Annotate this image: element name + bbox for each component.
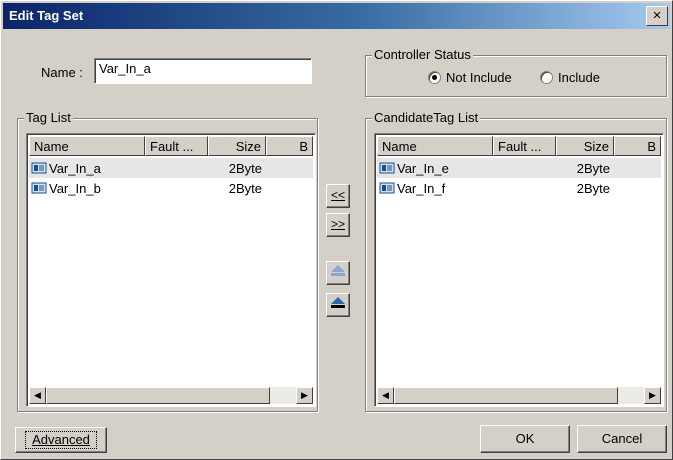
advanced-focus-ring: Advanced — [25, 431, 97, 449]
column-header-fault[interactable]: Fault ... — [145, 136, 208, 156]
name-input[interactable]: Var_In_a — [94, 58, 312, 84]
ok-button[interactable]: OK — [480, 425, 570, 453]
candidate-list-view[interactable]: Name Fault ... Size B Var_In_e 2Byte Var… — [374, 133, 664, 407]
ok-label: OK — [515, 431, 535, 446]
cancel-label: Cancel — [601, 431, 643, 446]
tag-icon — [31, 162, 47, 174]
cancel-button[interactable]: Cancel — [577, 425, 667, 453]
radio-not-include-indicator — [428, 71, 441, 84]
tag-icon — [31, 182, 47, 194]
scroll-right-button[interactable]: ▶ — [296, 387, 313, 404]
edit-tag-set-dialog: Edit Tag Set × Name : Var_In_a Controlle… — [0, 0, 673, 460]
scroll-left-icon: ◀ — [34, 390, 41, 400]
close-button[interactable]: × — [646, 6, 668, 26]
candidate-size: 2Byte — [576, 160, 610, 176]
tag-name-cell: Var_In_b — [29, 181, 145, 196]
scroll-right-icon: ▶ — [649, 390, 656, 400]
scroll-right-button[interactable]: ▶ — [644, 387, 661, 404]
tag-list-group: Tag List Name Fault ... Size B Var_In_a … — [17, 110, 318, 412]
radio-not-include-label: Not Include — [446, 70, 512, 85]
radio-not-include[interactable]: Not Include — [428, 70, 512, 85]
tag-name-cell: Var_In_a — [29, 161, 145, 176]
scroll-left-button[interactable]: ◀ — [29, 387, 46, 404]
remove-from-tag-list-label: >> — [330, 217, 345, 231]
remove-from-tag-list-button[interactable]: >> — [326, 213, 350, 237]
tag-name: Var_In_b — [49, 180, 101, 196]
move-up-button[interactable] — [326, 261, 350, 285]
radio-include[interactable]: Include — [540, 70, 600, 85]
tag-list-row[interactable]: Var_In_a 2Byte — [29, 158, 313, 178]
window-title: Edit Tag Set — [9, 8, 84, 23]
controller-status-group: Controller Status Not Include Include — [365, 47, 667, 97]
column-header-size[interactable]: Size — [556, 136, 614, 156]
column-header-name[interactable]: Name — [29, 136, 145, 156]
tag-list-row[interactable]: Var_In_b 2Byte — [29, 178, 313, 198]
tag-list-hscrollbar[interactable]: ◀ ▶ — [29, 387, 313, 404]
column-header-b[interactable]: B — [266, 136, 313, 156]
candidate-name-cell: Var_In_f — [377, 181, 493, 196]
candidate-name-cell: Var_In_e — [377, 161, 493, 176]
title-bar[interactable]: Edit Tag Set × — [3, 3, 670, 29]
radio-include-indicator — [540, 71, 553, 84]
scroll-right-icon: ▶ — [301, 390, 308, 400]
scrollbar-thumb[interactable] — [394, 387, 618, 404]
candidate-list-row[interactable]: Var_In_f 2Byte — [377, 178, 661, 198]
controller-status-legend: Controller Status — [372, 47, 473, 62]
radio-include-label: Include — [558, 70, 600, 85]
move-up-icon — [328, 265, 348, 283]
tag-list-header: Name Fault ... Size B — [29, 136, 313, 156]
candidate-list-group: CandidateTag List Name Fault ... Size B … — [365, 110, 667, 412]
move-down-icon — [328, 297, 348, 315]
tag-name: Var_In_a — [49, 160, 101, 176]
close-icon: × — [652, 7, 662, 24]
candidate-list-rows: Var_In_e 2Byte Var_In_f 2Byte — [377, 158, 661, 198]
move-down-button[interactable] — [326, 293, 350, 317]
scroll-left-icon: ◀ — [382, 390, 389, 400]
name-label: Name : — [41, 65, 83, 80]
advanced-button[interactable]: Advanced — [15, 427, 107, 453]
tag-size: 2Byte — [228, 160, 262, 176]
candidate-list-hscrollbar[interactable]: ◀ ▶ — [377, 387, 661, 404]
column-header-name[interactable]: Name — [377, 136, 493, 156]
tag-size: 2Byte — [228, 180, 262, 196]
tag-icon — [379, 162, 395, 174]
tag-list-legend: Tag List — [24, 110, 73, 125]
candidate-name: Var_In_e — [397, 160, 449, 176]
add-to-tag-list-button[interactable]: << — [326, 184, 350, 208]
column-header-fault[interactable]: Fault ... — [493, 136, 556, 156]
candidate-list-row[interactable]: Var_In_e 2Byte — [377, 158, 661, 178]
candidate-list-header: Name Fault ... Size B — [377, 136, 661, 156]
tag-list-rows: Var_In_a 2Byte Var_In_b 2Byte — [29, 158, 313, 198]
column-header-b[interactable]: B — [614, 136, 661, 156]
name-input-value: Var_In_a — [99, 61, 151, 76]
scrollbar-thumb[interactable] — [46, 387, 270, 404]
candidate-list-legend: CandidateTag List — [372, 110, 481, 125]
tag-list-view[interactable]: Name Fault ... Size B Var_In_a 2Byte Var… — [26, 133, 316, 407]
advanced-label: Advanced — [32, 432, 90, 447]
candidate-size: 2Byte — [576, 180, 610, 196]
tag-icon — [379, 182, 395, 194]
scroll-left-button[interactable]: ◀ — [377, 387, 394, 404]
column-header-size[interactable]: Size — [208, 136, 266, 156]
candidate-name: Var_In_f — [397, 180, 446, 196]
add-to-tag-list-label: << — [330, 188, 345, 202]
